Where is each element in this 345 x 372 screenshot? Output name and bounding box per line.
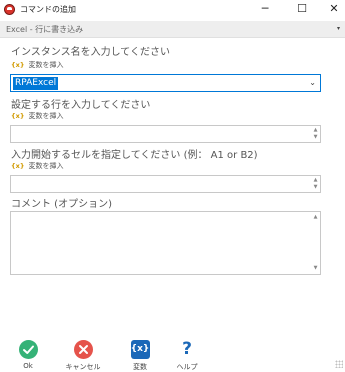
cancel-button[interactable]: キャンセル — [61, 340, 105, 372]
instance-name-value: RPAExcel — [13, 77, 59, 90]
scroll-arrows[interactable]: ▲ ▼ — [311, 176, 320, 192]
app-icon — [4, 4, 15, 15]
help-label: ヘルプ — [176, 363, 198, 371]
cancel-label: キャンセル — [65, 363, 101, 371]
help-button[interactable]: ? ヘルプ — [165, 340, 209, 372]
variable-icon: {x} — [130, 340, 150, 359]
row-label: 設定する行を入力してください — [11, 100, 151, 111]
insert-variable-label: 変数を挿入 — [28, 61, 64, 69]
check-icon — [18, 340, 38, 359]
title-bar: コマンドの追加 ─ ☐ ✕ — [0, 0, 345, 20]
variable-icon: {x} — [11, 112, 25, 120]
insert-variable-link-row[interactable]: {x} 変数を挿入 — [11, 111, 63, 121]
chevron-down-icon[interactable]: ▾ — [337, 25, 340, 32]
chevron-down-icon[interactable]: ⌄ — [309, 78, 316, 87]
ok-label: Ok — [23, 362, 33, 370]
instance-name-label: インスタンス名を入力してください — [11, 47, 170, 58]
variable-button[interactable]: {x} 変数 — [118, 340, 162, 372]
minimize-button[interactable]: ─ — [255, 1, 275, 17]
comment-textarea[interactable]: ▲ ▼ — [10, 211, 321, 275]
row-input[interactable]: ▲ ▼ — [10, 125, 321, 143]
close-button[interactable]: ✕ — [324, 1, 344, 17]
scroll-arrows[interactable]: ▲ ▼ — [311, 212, 320, 274]
ok-button[interactable]: Ok — [6, 340, 50, 370]
variable-icon: {x} — [11, 61, 25, 69]
instance-name-dropdown[interactable]: RPAExcel ⌄ — [10, 74, 321, 92]
insert-variable-link-start-cell[interactable]: {x} 変数を挿入 — [11, 161, 63, 171]
window-title: コマンドの追加 — [20, 5, 76, 14]
close-icon — [73, 340, 93, 359]
insert-variable-label: 変数を挿入 — [28, 162, 64, 170]
start-cell-label: 入力開始するセルを指定してください (例： A1 or B2) — [11, 150, 258, 161]
variable-label: 変数 — [133, 363, 147, 371]
insert-variable-label: 変数を挿入 — [28, 112, 64, 120]
insert-variable-link-instance[interactable]: {x} 変数を挿入 — [11, 60, 63, 70]
resize-grip-icon[interactable] — [335, 360, 343, 368]
comment-label: コメント (オプション) — [11, 199, 112, 210]
scroll-arrows[interactable]: ▲ ▼ — [311, 126, 320, 142]
variable-icon: {x} — [11, 162, 25, 170]
help-icon: ? — [182, 339, 192, 359]
command-selector-value: Excel - 行に書き込み — [6, 25, 84, 34]
maximize-button[interactable]: ☐ — [292, 1, 312, 17]
command-selector[interactable]: Excel - 行に書き込み ▾ — [0, 21, 345, 38]
start-cell-input[interactable]: ▲ ▼ — [10, 175, 321, 193]
